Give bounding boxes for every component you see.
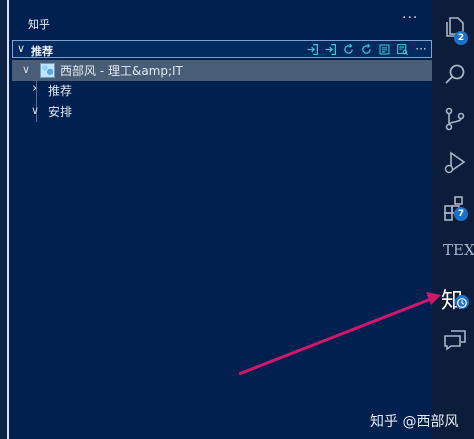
source-control-icon[interactable] bbox=[442, 106, 468, 132]
chevron-down-icon: ∨ bbox=[31, 104, 40, 117]
tree-item-label: 安排 bbox=[48, 105, 73, 119]
reload-icon[interactable] bbox=[359, 42, 374, 57]
chevron-down-icon: ∨ bbox=[22, 63, 31, 76]
tree-item-label: 西部风 - 理工&amp;IT bbox=[60, 64, 183, 78]
comments-icon[interactable] bbox=[442, 327, 468, 353]
panel-border bbox=[7, 0, 9, 439]
explorer-badge: 2 bbox=[454, 31, 468, 45]
list-icon[interactable] bbox=[377, 42, 392, 57]
avatar bbox=[40, 63, 55, 78]
tex-icon[interactable]: TEX bbox=[443, 241, 474, 259]
sidebar-header: 知乎 ··· bbox=[10, 0, 432, 40]
search-list-icon[interactable] bbox=[395, 42, 410, 57]
section-label: 推荐 bbox=[31, 45, 53, 58]
watermark: 知乎 @西部风 bbox=[370, 414, 459, 430]
extensions-badge: 7 bbox=[454, 207, 468, 221]
tree-item-profile[interactable]: ∨ 西部风 - 理工&amp;IT bbox=[12, 60, 432, 81]
section-more-button[interactable]: ··· bbox=[413, 42, 429, 56]
tree-item-recommend[interactable]: › 推荐 bbox=[12, 80, 432, 101]
chevron-right-icon: › bbox=[32, 81, 38, 96]
section-header-recommend[interactable]: ∨ 推荐 ··· bbox=[12, 40, 432, 58]
chevron-down-icon: ∨ bbox=[17, 42, 26, 55]
zhihu-sidebar: 知乎 ··· ∨ 推荐 ··· ∨ 西部风 - 理工&amp;IT › 推荐 ∨… bbox=[10, 0, 432, 439]
run-debug-icon[interactable] bbox=[442, 150, 468, 176]
sidebar-title: 知乎 bbox=[28, 18, 50, 31]
clock-icon bbox=[455, 295, 469, 309]
login-icon[interactable] bbox=[323, 42, 338, 57]
tree-item-label: 推荐 bbox=[48, 84, 73, 98]
sign-in-icon[interactable] bbox=[305, 42, 320, 57]
tree-item-schedule[interactable]: ∨ 安排 bbox=[12, 101, 432, 122]
refresh-icon[interactable] bbox=[341, 42, 356, 57]
search-icon[interactable] bbox=[442, 62, 468, 88]
sidebar-more-button[interactable]: ··· bbox=[402, 10, 418, 26]
section-actions: ··· bbox=[305, 41, 429, 57]
